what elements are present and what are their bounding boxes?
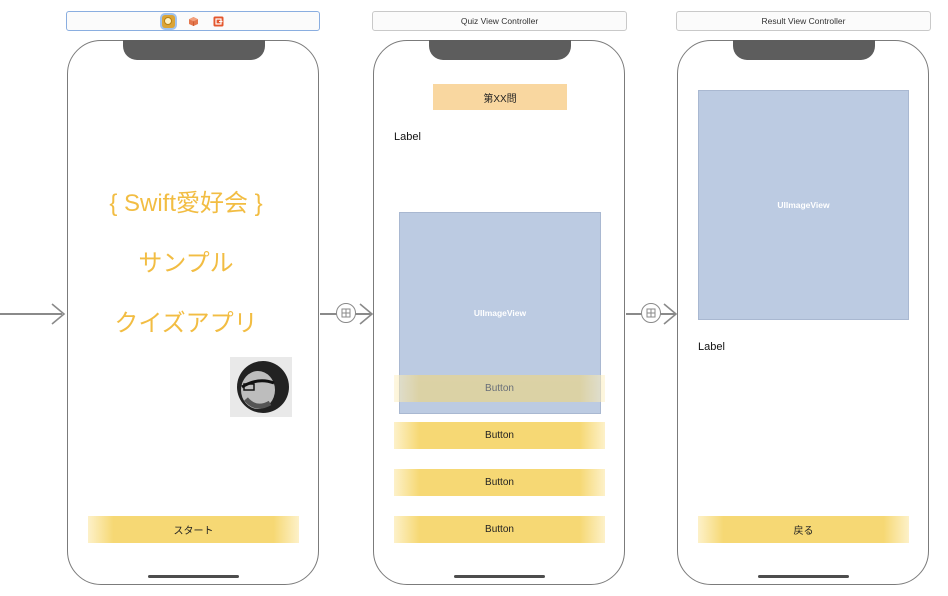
home-indicator <box>148 575 239 578</box>
segue-start-quiz-arrowhead-icon <box>359 303 374 325</box>
quiz-scene-bar[interactable]: Quiz View Controller <box>372 11 627 31</box>
quiz-scene-title: Quiz View Controller <box>460 16 539 26</box>
device-notch <box>123 40 265 60</box>
app-title-line-2: サンプル <box>138 250 234 277</box>
result-label: Label <box>698 341 725 353</box>
home-indicator <box>454 575 545 578</box>
home-indicator <box>758 575 849 578</box>
answer-button-2[interactable]: Button <box>394 422 605 449</box>
answer-button-1[interactable]: Button <box>394 375 605 402</box>
result-scene-phone[interactable]: UIImageView Label 戻る <box>677 40 929 585</box>
question-number-label: 第XX問 <box>433 84 567 110</box>
view-controller-icon[interactable] <box>161 14 175 28</box>
segue-show-icon <box>341 308 351 318</box>
back-button[interactable]: 戻る <box>698 516 909 543</box>
start-scene-phone[interactable]: { Swift愛好会 } サンプル クイズアプリ スタート <box>67 40 319 585</box>
answer-button-3[interactable]: Button <box>394 469 605 496</box>
segue-start-to-quiz[interactable] <box>336 303 356 323</box>
segue-quiz-result-arrowhead-icon <box>663 303 678 325</box>
app-title-line-1: { Swift愛好会 } <box>109 190 263 217</box>
result-image-view[interactable]: UIImageView <box>698 90 909 320</box>
first-responder-icon[interactable] <box>187 15 200 28</box>
avatar <box>230 357 292 417</box>
quiz-scene-phone[interactable]: 第XX問 Label UIImageView Button Button But… <box>373 40 625 585</box>
segue-quiz-to-result[interactable] <box>641 303 661 323</box>
start-scene-bar[interactable] <box>66 11 320 31</box>
device-notch <box>733 40 875 60</box>
quiz-label: Label <box>394 131 421 143</box>
result-scene-title: Result View Controller <box>761 16 846 26</box>
entry-arrowhead-icon <box>51 303 66 325</box>
answer-button-4[interactable]: Button <box>394 516 605 543</box>
device-notch <box>429 40 571 60</box>
start-button[interactable]: スタート <box>88 516 299 543</box>
exit-icon[interactable] <box>212 15 225 28</box>
result-scene-bar[interactable]: Result View Controller <box>676 11 931 31</box>
segue-show-icon <box>646 308 656 318</box>
app-title-line-3: クイズアプリ <box>114 310 258 337</box>
